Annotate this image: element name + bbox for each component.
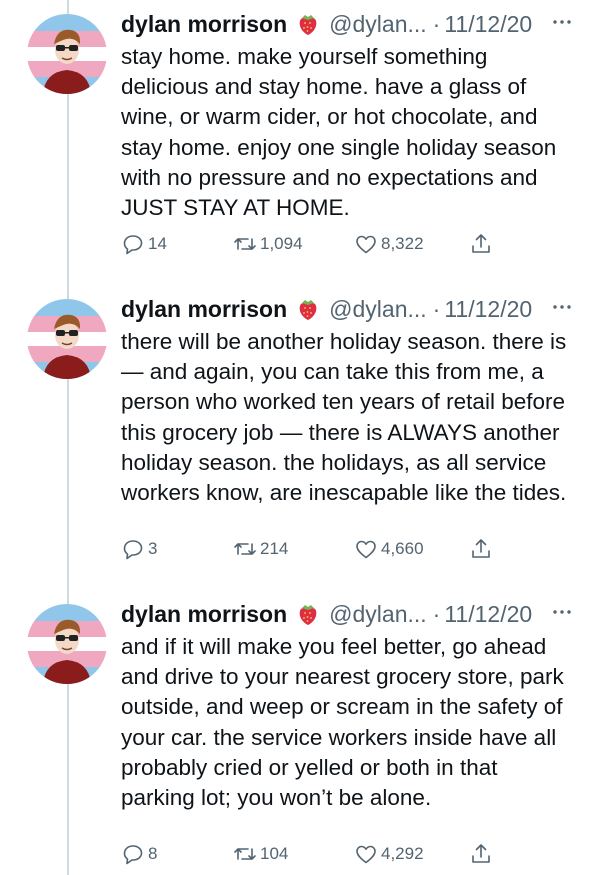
avatar[interactable]	[27, 604, 107, 684]
tweet-date[interactable]: 11/12/20	[444, 296, 532, 323]
avatar[interactable]	[27, 299, 107, 379]
avatar-image	[27, 604, 107, 684]
retweet-icon	[234, 543, 256, 555]
avatar[interactable]	[27, 14, 107, 94]
share-button[interactable]	[469, 228, 496, 260]
tweet-actions: 8 104 4,292	[121, 838, 521, 870]
retweet-count: 104	[260, 844, 289, 863]
retweet-button[interactable]: 1,094	[233, 228, 303, 260]
share-button[interactable]	[469, 838, 496, 870]
share-icon	[472, 539, 490, 558]
like-button[interactable]: 4,292	[354, 838, 424, 870]
avatar-image	[27, 14, 107, 94]
author-handle[interactable]: @dylan...	[329, 296, 427, 323]
separator-dot: ·	[432, 10, 441, 37]
tweet-thread: dylan morrison @dylan... · 11/12/20 stay…	[0, 0, 600, 875]
reply-icon	[123, 235, 143, 255]
tweet-date[interactable]: 11/12/20	[444, 11, 532, 38]
reply-button[interactable]: 3	[121, 533, 157, 565]
like-button[interactable]: 8,322	[354, 228, 424, 260]
retweet-button[interactable]: 104	[233, 838, 288, 870]
thread-connector-line	[67, 0, 69, 875]
retweet-icon	[234, 238, 256, 250]
share-icon	[472, 234, 490, 253]
share-icon	[472, 844, 490, 863]
heart-icon	[356, 540, 376, 559]
reply-icon	[123, 845, 143, 865]
reply-count: 14	[148, 234, 167, 253]
tweet-text: and if it will make you feel better, go …	[121, 634, 564, 811]
avatar-image	[27, 299, 107, 379]
separator-dot: ·	[432, 295, 441, 322]
tweet-body: dylan morrison @dylan... · 11/12/20 stay…	[121, 0, 576, 223]
retweet-count: 214	[260, 539, 289, 558]
reply-count: 3	[148, 539, 158, 558]
like-count: 4,660	[381, 539, 424, 558]
author-handle[interactable]: @dylan...	[329, 601, 427, 628]
reply-button[interactable]: 14	[121, 228, 167, 260]
tweet-date[interactable]: 11/12/20	[444, 601, 532, 628]
retweet-icon	[234, 848, 256, 860]
tweet-actions: 3 214 4,660	[121, 533, 521, 565]
tweet-body: dylan morrison @dylan... · 11/12/20 and …	[121, 590, 576, 813]
author-name[interactable]: dylan morrison	[121, 601, 287, 628]
heart-icon	[356, 235, 376, 254]
separator-dot: ·	[432, 600, 441, 627]
share-button[interactable]	[469, 533, 496, 565]
reply-icon	[123, 540, 143, 560]
author-name[interactable]: dylan morrison	[121, 296, 287, 323]
tweet-header: dylan morrison @dylan... · 11/12/20	[121, 590, 576, 638]
tweet-header: dylan morrison @dylan... · 11/12/20	[121, 0, 576, 48]
tweet-actions: 14 1,094 8,322	[121, 228, 521, 260]
reply-count: 8	[148, 844, 158, 863]
strawberry-icon	[295, 11, 321, 37]
more-options-icon[interactable]	[550, 10, 574, 34]
tweet-text: there will be another holiday season. th…	[121, 329, 567, 506]
more-options-icon[interactable]	[550, 600, 574, 624]
more-options-icon[interactable]	[550, 295, 574, 319]
tweet-text: stay home. make yourself something delic…	[121, 44, 557, 221]
like-count: 4,292	[381, 844, 424, 863]
like-count: 8,322	[381, 234, 424, 253]
retweet-button[interactable]: 214	[233, 533, 288, 565]
author-handle[interactable]: @dylan...	[329, 11, 427, 38]
strawberry-icon	[295, 296, 321, 322]
like-button[interactable]: 4,660	[354, 533, 424, 565]
reply-button[interactable]: 8	[121, 838, 157, 870]
retweet-count: 1,094	[260, 234, 303, 253]
author-name[interactable]: dylan morrison	[121, 11, 287, 38]
tweet-body: dylan morrison @dylan... · 11/12/20 ther…	[121, 285, 576, 508]
strawberry-icon	[295, 601, 321, 627]
tweet-header: dylan morrison @dylan... · 11/12/20	[121, 285, 576, 333]
heart-icon	[356, 845, 376, 864]
